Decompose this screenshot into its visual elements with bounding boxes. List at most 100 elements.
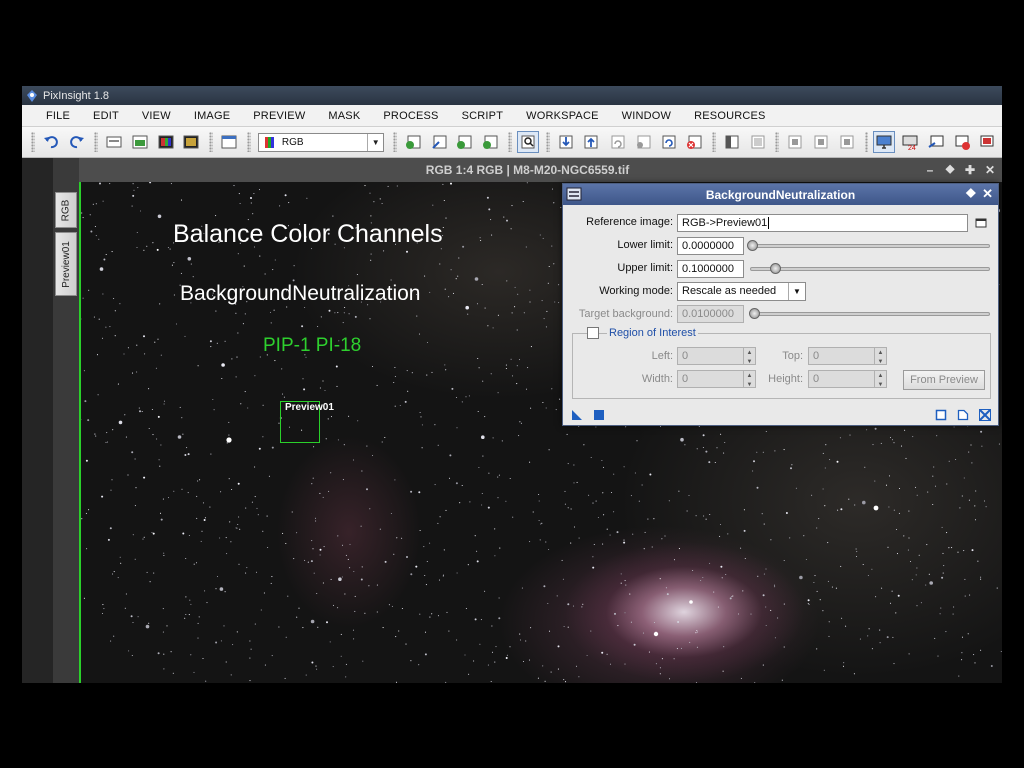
redo-button[interactable] [66, 131, 88, 153]
toolbar-grip[interactable] [864, 132, 869, 152]
apply-global-icon[interactable] [593, 409, 605, 421]
delete-preview-button[interactable] [683, 131, 705, 153]
store-preview-button[interactable] [555, 131, 577, 153]
lower-limit-input[interactable]: 0.0000000 [677, 237, 744, 255]
preview-next-button[interactable] [454, 131, 476, 153]
menu-image[interactable]: IMAGE [171, 110, 230, 122]
shade-icon[interactable]: ⯁ [966, 186, 976, 202]
working-mode-select[interactable]: Rescale as needed ▼ [677, 282, 806, 301]
slider-knob[interactable] [749, 308, 760, 319]
stf-auto-button[interactable] [976, 131, 998, 153]
mask-invert-button[interactable] [784, 131, 806, 153]
stf-reset-button[interactable] [951, 131, 973, 153]
view-channel-select[interactable]: RGB ▼ [257, 132, 385, 152]
toolbar-grip[interactable] [545, 132, 550, 152]
stf-24bit-button[interactable]: 24 [899, 131, 921, 153]
view-selector-button[interactable] [218, 131, 240, 153]
view-side-tabs: RGB Preview01 [53, 158, 79, 683]
ref-image-input[interactable]: RGB->Preview01 [677, 214, 968, 232]
undo-preview-button[interactable] [606, 131, 628, 153]
reset-preview-button[interactable] [658, 131, 680, 153]
reset-icon[interactable] [979, 409, 991, 421]
image-window-titlebar[interactable]: RGB 1:4 RGB | M8-M20-NGC6559.tif – ⯁ ✚ ✕ [53, 158, 1002, 182]
toolbar-grip[interactable] [775, 132, 780, 152]
browse-docs-icon[interactable] [935, 409, 947, 421]
undo-icon [43, 136, 58, 149]
spin-arrows-icon[interactable]: ▲ ▼ [874, 371, 886, 387]
mask-color-button[interactable] [836, 131, 858, 153]
toolbar-grip[interactable] [94, 132, 99, 152]
spin-arrows-icon[interactable]: ▲ ▼ [874, 348, 886, 364]
new-image-icon [132, 135, 148, 149]
new-image-button[interactable] [129, 131, 151, 153]
menu-view[interactable]: VIEW [119, 110, 171, 122]
menu-script[interactable]: SCRIPT [439, 110, 504, 122]
dialog-titlebar[interactable]: BackgroundNeutralization ⯁ ✕ [563, 184, 998, 205]
roi-left-input[interactable]: 0 ▲ ▼ [677, 347, 756, 365]
toolbar-grip[interactable] [246, 132, 251, 152]
spin-arrows-icon[interactable]: ▲ ▼ [743, 371, 755, 387]
dialog-footer [563, 406, 998, 425]
rgb-channels-button[interactable] [181, 131, 203, 153]
toolbar-grip[interactable] [31, 132, 35, 152]
menu-process[interactable]: PROCESS [360, 110, 438, 122]
roi-top-value: 0 [813, 350, 820, 362]
chevron-down-icon[interactable]: ▼ [367, 133, 383, 151]
target-background-slider[interactable] [749, 308, 990, 319]
preview-delete-icon [687, 135, 702, 149]
toolbar-grip[interactable] [209, 132, 214, 152]
toolbar-grip[interactable] [508, 132, 512, 152]
edit-preview-button[interactable] [428, 131, 450, 153]
mask-button[interactable] [721, 131, 743, 153]
maximize-icon[interactable]: ✚ [962, 162, 978, 178]
close-icon[interactable]: ✕ [982, 186, 993, 202]
side-tab-rgb[interactable]: RGB [55, 192, 77, 228]
mask-enable-button[interactable] [810, 131, 832, 153]
roi-height-input[interactable]: 0 ▲ ▼ [808, 370, 887, 388]
roi-checkbox[interactable] [587, 327, 599, 339]
slider-knob[interactable] [747, 240, 758, 251]
spin-arrows-icon[interactable]: ▲ ▼ [743, 348, 755, 364]
zoom-to-preview-button[interactable] [517, 131, 539, 153]
shade-icon[interactable]: ⯁ [942, 162, 958, 178]
image-container-button[interactable] [155, 131, 177, 153]
slider-knob[interactable] [770, 263, 781, 274]
menu-window[interactable]: WINDOW [599, 110, 671, 122]
menu-resources[interactable]: RESOURCES [671, 110, 765, 122]
menu-preview[interactable]: PREVIEW [230, 110, 305, 122]
target-background-input[interactable]: 0.0100000 [677, 305, 744, 323]
upper-limit-input[interactable]: 0.1000000 [677, 260, 744, 278]
menu-file[interactable]: FILE [22, 110, 70, 122]
preview-redo-icon [636, 135, 651, 149]
menu-workspace[interactable]: WORKSPACE [503, 110, 599, 122]
new-preview-button[interactable] [402, 131, 424, 153]
side-tab-preview01[interactable]: Preview01 [55, 232, 77, 296]
magnifier-icon [521, 135, 535, 149]
minimize-icon[interactable]: – [922, 162, 938, 178]
roi-top-input[interactable]: 0 ▲ ▼ [808, 347, 887, 365]
from-preview-button[interactable]: From Preview [903, 370, 985, 390]
show-mask-button[interactable] [747, 131, 769, 153]
roi-width-input[interactable]: 0 ▲ ▼ [677, 370, 756, 388]
toolbar-grip[interactable] [712, 132, 716, 152]
toolbar-grip[interactable] [393, 132, 398, 152]
lower-limit-slider[interactable] [747, 240, 990, 251]
screen-transfer-button[interactable] [925, 131, 947, 153]
menu-mask[interactable]: MASK [305, 110, 360, 122]
stf-auto-icon [980, 135, 994, 147]
view-channel-value: RGB [281, 136, 304, 148]
menu-edit[interactable]: EDIT [70, 110, 119, 122]
identifier-button[interactable] [103, 131, 125, 153]
undo-button[interactable] [40, 131, 62, 153]
view-picker-icon[interactable] [975, 217, 987, 229]
new-instance-icon[interactable] [571, 409, 583, 421]
workspace-monitor-button[interactable] [873, 131, 896, 153]
upper-limit-slider[interactable] [750, 263, 990, 274]
window-id-icon [106, 136, 122, 148]
track-view-icon[interactable] [957, 409, 969, 421]
preview-add-button[interactable] [479, 131, 501, 153]
redo-preview-button[interactable] [632, 131, 654, 153]
chevron-down-icon[interactable]: ▼ [788, 283, 805, 300]
restore-preview-button[interactable] [580, 131, 602, 153]
close-icon[interactable]: ✕ [982, 162, 998, 178]
